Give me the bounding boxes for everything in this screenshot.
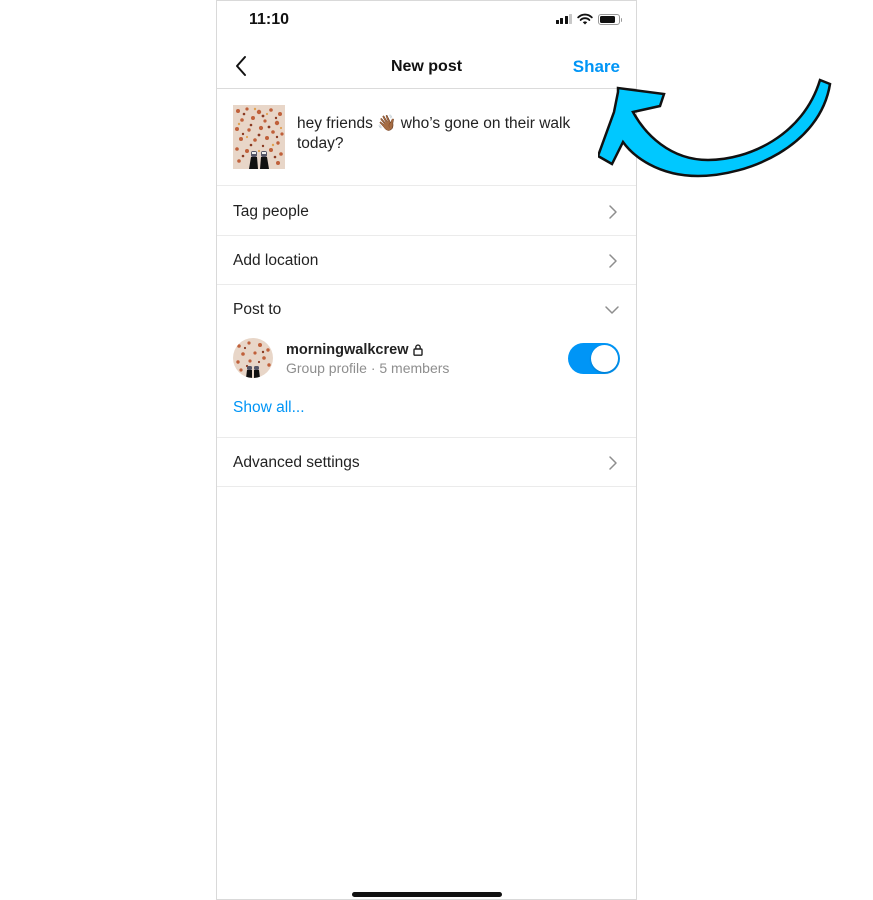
status-icons: [555, 13, 622, 25]
post-to-row[interactable]: Post to: [217, 285, 636, 334]
show-all-link[interactable]: Show all...: [233, 399, 305, 417]
toggle-knob: [591, 345, 618, 372]
group-subtitle: Group profile · 5 members: [286, 360, 450, 376]
post-to-group-toggle[interactable]: [568, 343, 620, 374]
post-thumbnail[interactable]: [233, 105, 285, 169]
status-time: 11:10: [249, 11, 290, 28]
battery-icon: [598, 13, 622, 25]
advanced-settings-row[interactable]: Advanced settings: [217, 438, 636, 487]
lock-icon: [413, 344, 424, 356]
add-location-label: Add location: [233, 252, 319, 269]
add-location-row[interactable]: Add location: [217, 236, 636, 285]
waving-hand-emoji: 👋🏾: [377, 115, 397, 132]
nav-bar: New post Share: [217, 45, 636, 89]
group-profile-item: morningwalkcrew Group profile · 5 member…: [217, 334, 636, 384]
caption-row: hey friends 👋🏾 who’s gone on their walk …: [217, 90, 636, 186]
chevron-right-icon: [609, 205, 617, 219]
cellular-signal-icon: [555, 14, 572, 24]
chevron-down-icon: [605, 306, 619, 314]
tag-people-row[interactable]: Tag people: [217, 187, 636, 236]
chevron-right-icon: [609, 254, 617, 268]
home-indicator: [352, 892, 502, 897]
caption-input[interactable]: hey friends 👋🏾 who’s gone on their walk …: [297, 114, 607, 154]
group-name: morningwalkcrew: [286, 342, 424, 358]
chevron-right-icon: [609, 456, 617, 470]
group-avatar: [233, 338, 273, 378]
post-to-label: Post to: [233, 301, 282, 318]
wifi-icon: [577, 13, 593, 25]
tag-people-label: Tag people: [233, 203, 309, 220]
annotation-arrow-icon: [598, 78, 832, 178]
group-name-text: morningwalkcrew: [286, 342, 409, 358]
phone-frame: 11:10 New post Share hey friends 👋🏾 who’…: [216, 0, 637, 900]
advanced-settings-label: Advanced settings: [233, 454, 360, 471]
status-bar: 11:10: [217, 1, 636, 41]
caption-text-part: hey friends: [297, 115, 378, 132]
share-button[interactable]: Share: [573, 57, 620, 77]
